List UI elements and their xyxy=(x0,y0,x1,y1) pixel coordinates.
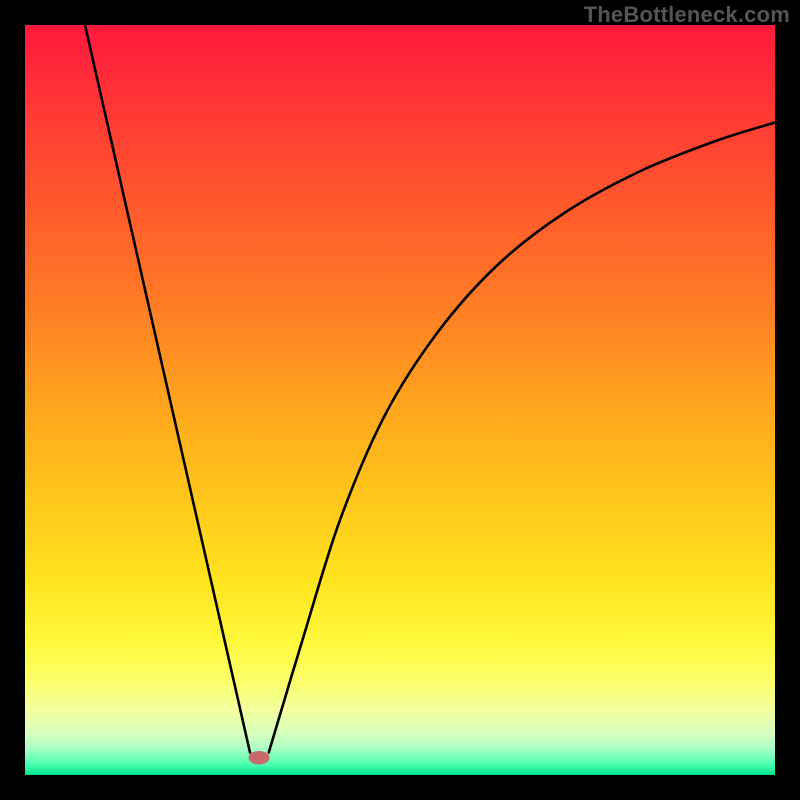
watermark-text: TheBottleneck.com xyxy=(584,2,790,28)
optimal-point-marker xyxy=(249,751,270,765)
plot-area xyxy=(25,25,775,775)
chart-frame: TheBottleneck.com xyxy=(0,0,800,800)
gradient-background xyxy=(25,25,775,775)
chart-svg xyxy=(25,25,775,775)
